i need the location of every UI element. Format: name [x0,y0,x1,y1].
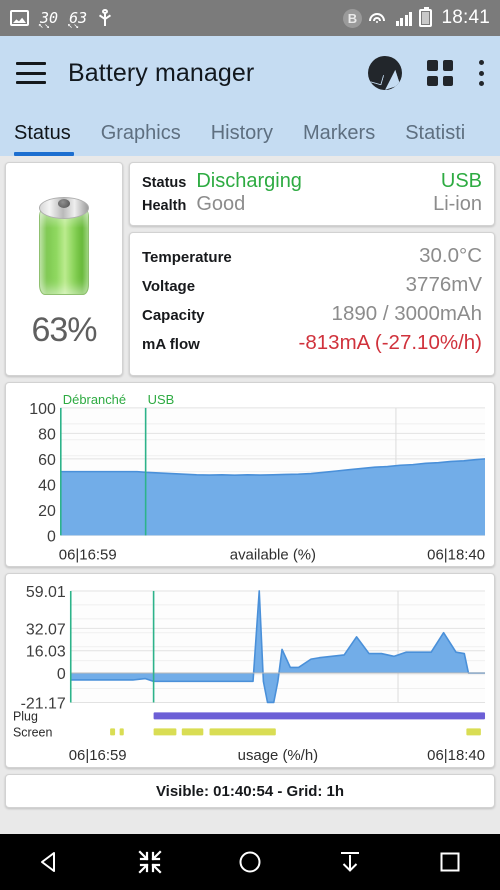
svg-text:06|18:40: 06|18:40 [427,546,485,563]
hamburger-icon[interactable] [16,62,46,84]
svg-text:06|16:59: 06|16:59 [59,546,117,563]
battery-details-card: Temperature 30.0°C Voltage 3776mV Capaci… [129,232,495,376]
svg-text:60: 60 [38,452,56,469]
voltage-value: 3776mV [405,272,482,296]
available-percent-chart-card[interactable]: 0 20 40 60 80 100 Débranché USB 06|16:59 availabl… [5,382,495,568]
svg-text:20: 20 [38,503,56,520]
svg-text:80: 80 [38,426,56,443]
health-value: Good [196,193,246,215]
system-status-bar: 30↖↘ 63↖↘ 18:41 [0,0,500,36]
signal-icon [395,10,413,26]
svg-text:usage (%/h): usage (%/h) [238,747,318,764]
status-bar-right-icons: 18:41 [342,7,490,29]
table-row: Capacity 1890 / 3000mAh [142,299,482,328]
battery-icon [419,7,433,27]
visible-range-text: Visible: 01:40:54 - Grid: 1h [155,782,345,800]
capacity-label: Capacity [142,306,205,324]
tab-status[interactable]: Status [14,110,86,156]
health-row: Health Good Li-ion [142,193,482,216]
svg-text:100: 100 [29,401,56,418]
tab-graphics[interactable]: Graphics [86,110,196,156]
svg-text:Débranché: Débranché [63,392,126,407]
home-icon[interactable] [222,839,278,885]
status-row: Status Discharging USB [142,170,482,193]
status-bar-left-icons: 30 ↖↘ 63 ↖↘ [10,9,112,31]
status-summary-row: 63% Status Discharging USB Health Good L… [5,162,495,376]
available-percent-chart: 0 20 40 60 80 100 Débranché USB 06|16:59 availabl… [29,392,486,563]
download-icon[interactable] [322,839,378,885]
overflow-menu-icon[interactable] [478,60,484,86]
page-title: Battery manager [68,58,255,87]
ma-flow-value: -813mA (-27.10%/h) [298,330,482,354]
usb-icon [98,9,112,27]
tab-bar: Status Graphics History Markers Statisti [0,110,500,156]
main-content: 63% Status Discharging USB Health Good L… [0,156,500,834]
svg-text:40: 40 [38,477,56,494]
pie-chart-icon[interactable] [368,56,402,90]
svg-text:32.07: 32.07 [26,622,66,639]
app-bar-actions [368,56,484,90]
tab-statistics[interactable]: Statisti [390,110,480,156]
collapse-icon[interactable] [122,839,178,885]
bluetooth-icon [342,8,362,28]
status-label: Status [142,175,187,191]
svg-text:0: 0 [57,666,66,683]
temperature-label: Temperature [142,248,232,266]
svg-text:06|16:59: 06|16:59 [69,747,127,764]
svg-text:16.03: 16.03 [26,644,66,661]
battery-cell-icon [33,193,95,301]
table-row: mA flow -813mA (-27.10%/h) [142,328,482,357]
svg-text:Screen: Screen [13,726,52,740]
battery-info-column: Status Discharging USB Health Good Li-io… [129,162,495,376]
battery-percent: 63% [31,310,97,349]
status-bar-clock: 18:41 [441,7,490,28]
svg-text:06|18:40: 06|18:40 [427,747,485,764]
tab-history[interactable]: History [196,110,288,156]
battery-technology-value: Li-ion [433,193,482,215]
sensor-reading-2: 63 ↖↘ [67,9,88,31]
svg-text:59.01: 59.01 [26,584,66,601]
usage-per-hour-chart: -21.17016.0332.0759.01PlugScreen06|16:59… [13,584,486,764]
table-row: Temperature 30.0°C [142,241,482,270]
temperature-value: 30.0°C [419,243,482,267]
gallery-icon [10,10,29,26]
wifi-icon [368,11,389,26]
back-icon[interactable] [22,839,78,885]
power-source-value: USB [440,170,482,192]
ma-flow-label: mA flow [142,335,200,353]
health-label: Health [142,198,187,214]
table-row: Voltage 3776mV [142,270,482,299]
recents-icon[interactable] [422,839,478,885]
grid-icon[interactable] [427,60,453,86]
battery-status-card: Status Discharging USB Health Good Li-io… [129,162,495,226]
capacity-value: 1890 / 3000mAh [331,301,482,325]
tab-markers[interactable]: Markers [288,110,390,156]
status-value: Discharging [196,170,302,192]
visible-range-bar[interactable]: Visible: 01:40:54 - Grid: 1h [5,774,495,809]
voltage-label: Voltage [142,277,196,295]
sensor-reading-1: 30 ↖↘ [38,9,59,31]
svg-text:Plug: Plug [13,710,38,724]
svg-text:available (%): available (%) [230,546,316,563]
app-bar: Battery manager [0,36,500,110]
android-navigation-bar [0,834,500,890]
svg-text:USB: USB [148,392,175,407]
battery-level-card: 63% [5,162,123,376]
usage-per-hour-chart-card[interactable]: -21.17 0 16.03 32.07 59.01 Plug Screen 06|16:59… [5,573,495,769]
svg-text:0: 0 [47,528,56,545]
